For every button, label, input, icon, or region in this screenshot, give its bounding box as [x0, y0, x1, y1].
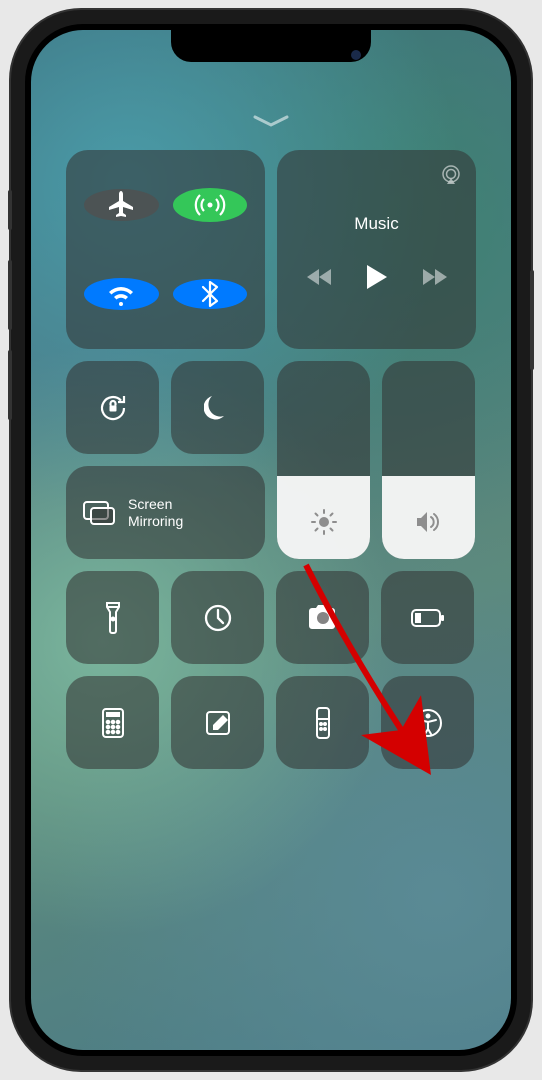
connectivity-module[interactable] [66, 150, 265, 349]
flashlight-button[interactable] [66, 571, 159, 664]
do-not-disturb-button[interactable] [171, 361, 264, 454]
airplane-icon [105, 189, 137, 221]
airplay-icon[interactable] [440, 164, 462, 191]
phone-frame: Music [11, 10, 531, 1070]
notes-button[interactable] [171, 676, 264, 769]
bluetooth-button[interactable] [173, 279, 248, 309]
sun-icon [311, 509, 337, 535]
screen-mirroring-button[interactable]: Screen Mirroring [66, 466, 265, 559]
orientation-lock-button[interactable] [66, 361, 159, 454]
timer-icon [202, 602, 234, 634]
volume-slider[interactable] [382, 361, 475, 559]
music-module[interactable]: Music [277, 150, 476, 349]
forward-button[interactable] [422, 268, 448, 291]
airplane-mode-button[interactable] [84, 189, 159, 221]
screen: Music [31, 30, 511, 1050]
dismiss-chevron-icon[interactable] [253, 115, 289, 134]
apple-tv-remote-button[interactable] [276, 676, 369, 769]
cellular-data-button[interactable] [173, 188, 248, 222]
calculator-button[interactable] [66, 676, 159, 769]
screen-mirroring-icon [82, 500, 116, 526]
moon-icon [204, 394, 232, 422]
accessibility-shortcut-button[interactable] [381, 676, 474, 769]
control-center: Music [66, 150, 476, 769]
screen-mirroring-label: Screen Mirroring [128, 496, 183, 530]
front-camera [351, 50, 361, 60]
play-button[interactable] [366, 264, 388, 295]
speaker-icon [415, 510, 443, 534]
orientation-lock-icon [95, 390, 131, 426]
camera-icon [306, 605, 340, 631]
music-title: Music [354, 214, 398, 234]
notes-icon [204, 709, 232, 737]
brightness-slider[interactable] [277, 361, 370, 559]
wifi-button[interactable] [84, 278, 159, 310]
low-power-icon [410, 608, 446, 628]
rewind-button[interactable] [306, 268, 332, 291]
wifi-icon [105, 278, 137, 310]
accessibility-icon [412, 707, 444, 739]
calculator-icon [101, 707, 125, 739]
cellular-icon [193, 188, 227, 222]
apple-tv-remote-icon [315, 706, 331, 740]
camera-button[interactable] [276, 571, 369, 664]
low-power-mode-button[interactable] [381, 571, 474, 664]
timer-button[interactable] [171, 571, 264, 664]
notch [171, 30, 371, 62]
bluetooth-icon [195, 279, 225, 309]
flashlight-icon [103, 601, 123, 635]
